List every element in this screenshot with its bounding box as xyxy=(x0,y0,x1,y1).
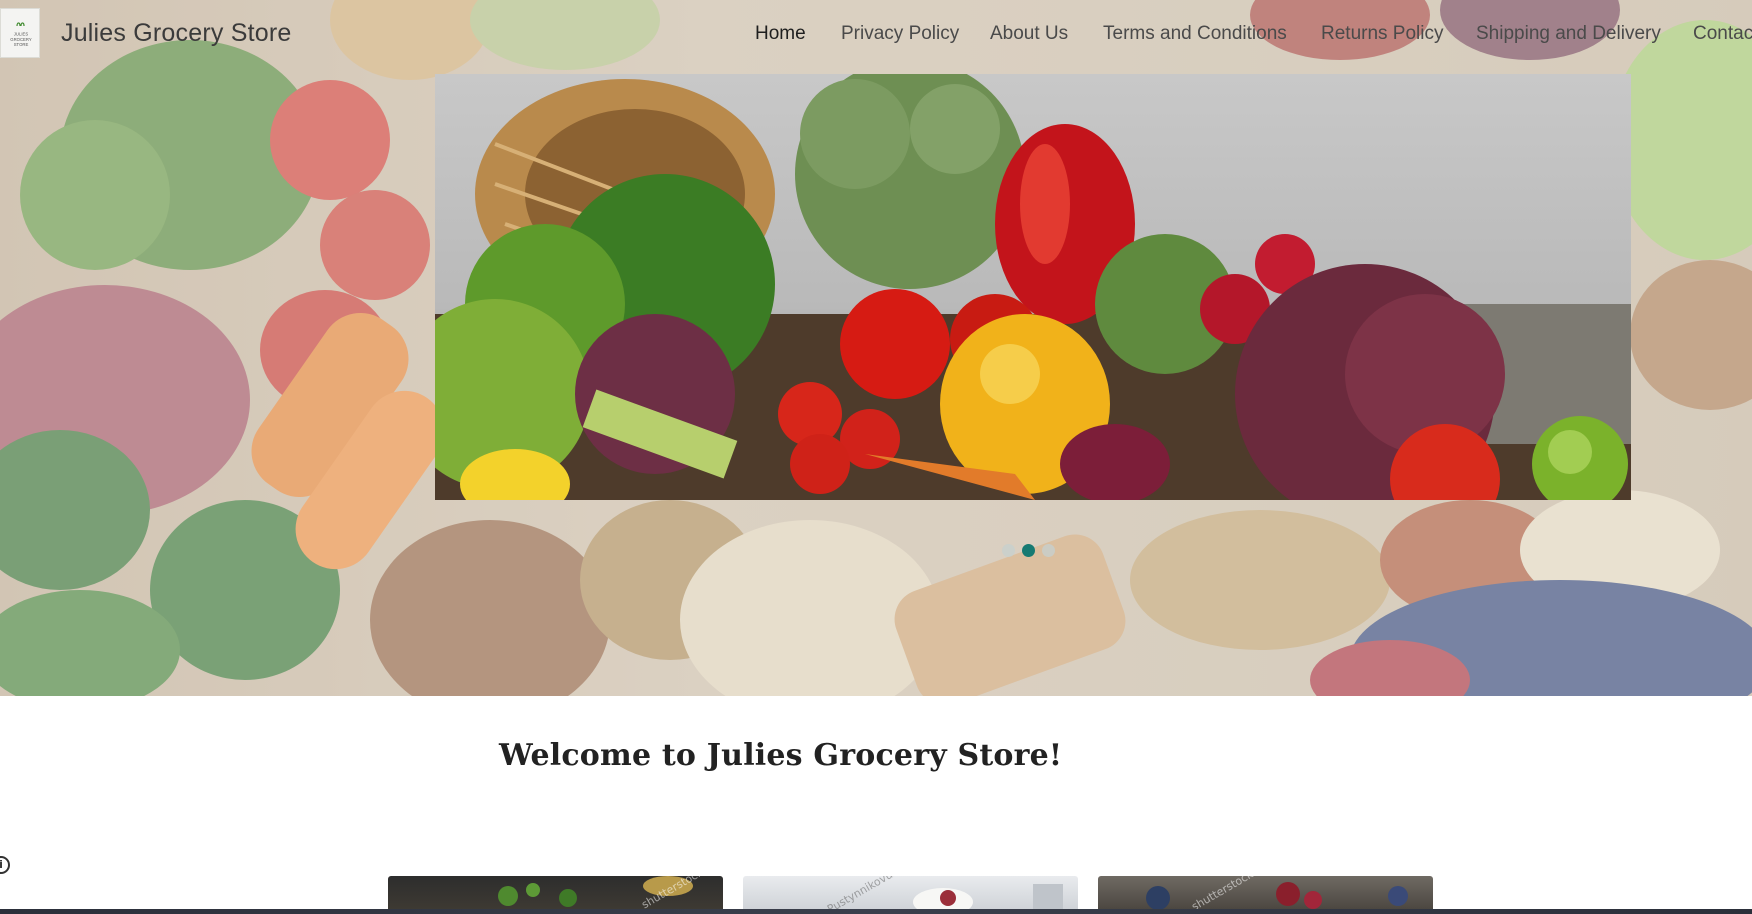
nav-home[interactable]: Home xyxy=(755,23,806,45)
vegetable-basket-image xyxy=(435,74,1631,500)
navigation-clip: Home Privacy Policy About Us Terms and C… xyxy=(0,0,1752,70)
dairy-image xyxy=(913,884,1063,910)
nav-returns-policy[interactable]: Returns Policy xyxy=(1321,23,1444,45)
product-thumbnail-3[interactable]: shutterstock xyxy=(1098,876,1433,910)
berries-image xyxy=(1146,882,1408,910)
nav-contact[interactable]: Contact xyxy=(1693,23,1752,45)
product-thumbnail-2[interactable]: Pustynnikovus xyxy=(743,876,1078,910)
nav-about-us[interactable]: About Us xyxy=(990,23,1068,45)
nav-shipping-and-delivery[interactable]: Shipping and Delivery xyxy=(1476,23,1661,45)
nav-privacy-policy[interactable]: Privacy Policy xyxy=(841,23,959,45)
carousel-dot-3[interactable] xyxy=(1042,544,1055,557)
welcome-heading: Welcome to Julies Grocery Store! xyxy=(499,738,1063,773)
carousel-slide[interactable] xyxy=(435,74,1631,500)
product-thumbnail-1[interactable]: shutterstock xyxy=(388,876,723,910)
info-icon[interactable]: i xyxy=(0,856,10,874)
carousel-dot-2[interactable] xyxy=(1022,544,1035,557)
taskbar-edge xyxy=(0,909,1752,914)
nav-terms-and-conditions[interactable]: Terms and Conditions xyxy=(1103,23,1287,45)
carousel-dot-1[interactable] xyxy=(1002,544,1015,557)
carousel-indicators xyxy=(1002,544,1055,557)
